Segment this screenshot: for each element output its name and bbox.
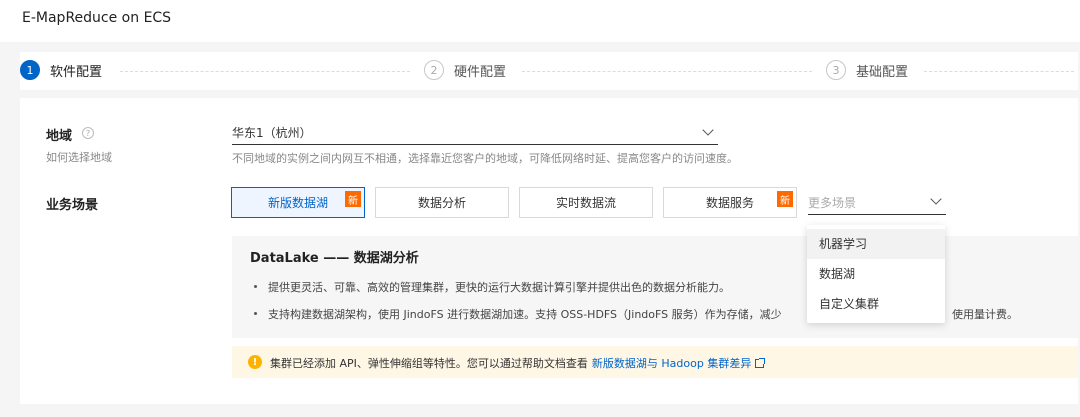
scenario-option-label: 数据分析 [417, 196, 466, 210]
top-bar: E-MapReduce on ECS [0, 0, 1080, 42]
scenario-data-analysis-button[interactable]: 数据分析 [375, 187, 509, 218]
warning-icon: ! [248, 355, 262, 369]
step-basic-config[interactable]: 3 基础配置 [826, 60, 908, 80]
chevron-down-icon [702, 124, 714, 136]
description-bullet-continuation: 使用量计费。 [952, 308, 1018, 321]
steps-bar: 1 软件配置 2 硬件配置 3 基础配置 [20, 52, 1078, 90]
scenario-label: 业务场景 [46, 198, 99, 213]
dropdown-item-datalake[interactable]: 数据湖 [807, 259, 945, 289]
scenario-data-service-button[interactable]: 数据服务 新 [663, 187, 797, 218]
description-title: DataLake —— 数据湖分析 [250, 251, 419, 266]
scenario-description: DataLake —— 数据湖分析 提供更灵活、可靠、高效的管理集群，更快的运行… [232, 236, 1078, 338]
step-software-config[interactable]: 1 软件配置 [20, 60, 102, 80]
dropdown-item-custom-cluster[interactable]: 自定义集群 [807, 289, 945, 319]
scenario-option-label: 实时数据流 [555, 196, 616, 210]
notice-help-link[interactable]: 新版数据湖与 Hadoop 集群差异 [592, 357, 751, 370]
step-number: 2 [424, 60, 444, 80]
step-label: 基础配置 [856, 64, 909, 80]
dropdown-item-machine-learning[interactable]: 机器学习 [807, 229, 945, 259]
notice-text: 集群已经添加 API、弹性伸缩组等特性。您可以通过帮助文档查看 新版数据湖与 Ha… [270, 355, 766, 371]
step-label: 软件配置 [50, 64, 103, 80]
step-hardware-config[interactable]: 2 硬件配置 [424, 60, 506, 80]
step-connector [120, 71, 410, 72]
question-icon[interactable]: ? [82, 127, 94, 139]
scenario-realtime-stream-button[interactable]: 实时数据流 [519, 187, 653, 218]
more-scenarios-placeholder: 更多场景 [808, 196, 857, 210]
more-scenarios-select[interactable]: 更多场景 [808, 189, 946, 215]
step-label: 硬件配置 [454, 64, 507, 80]
app-title: E-MapReduce on ECS [22, 10, 172, 26]
region-hint: 不同地域的实例之间内网互不相通，选择靠近您客户的地域，可降低网络时延、提高您客户… [232, 152, 738, 165]
scenario-option-label: 新版数据湖 [267, 196, 328, 210]
new-badge: 新 [777, 191, 793, 207]
step-connector [522, 71, 812, 72]
notice-banner: ! 集群已经添加 API、弹性伸缩组等特性。您可以通过帮助文档查看 新版数据湖与 … [232, 346, 1078, 378]
region-help-link[interactable]: 如何选择地域 [46, 149, 112, 165]
region-value: 华东1（杭州） [232, 126, 312, 140]
region-label: 地域 [46, 129, 73, 144]
step-number: 1 [20, 60, 40, 80]
software-config-panel: 地域 ? 如何选择地域 华东1（杭州） 不同地域的实例之间内网互不相通，选择靠近… [20, 98, 1078, 404]
external-link-icon[interactable] [755, 358, 766, 368]
scenario-option-label: 数据服务 [705, 196, 754, 210]
chevron-down-icon [930, 193, 942, 205]
region-select[interactable]: 华东1（杭州） [232, 121, 718, 145]
step-number: 3 [826, 60, 846, 80]
scenario-new-datalake-button[interactable]: 新版数据湖 新 [231, 187, 365, 218]
description-bullet: 支持构建数据湖架构，使用 JindoFS 进行数据湖加速。支持 OSS-HDFS… [254, 306, 782, 322]
new-badge: 新 [345, 191, 361, 207]
description-bullet: 提供更灵活、可靠、高效的管理集群，更快的运行大数据计算引擎并提供出色的数据分析能… [254, 279, 730, 295]
more-scenarios-dropdown: 机器学习 数据湖 自定义集群 [807, 225, 945, 323]
step-connector [924, 71, 1074, 72]
